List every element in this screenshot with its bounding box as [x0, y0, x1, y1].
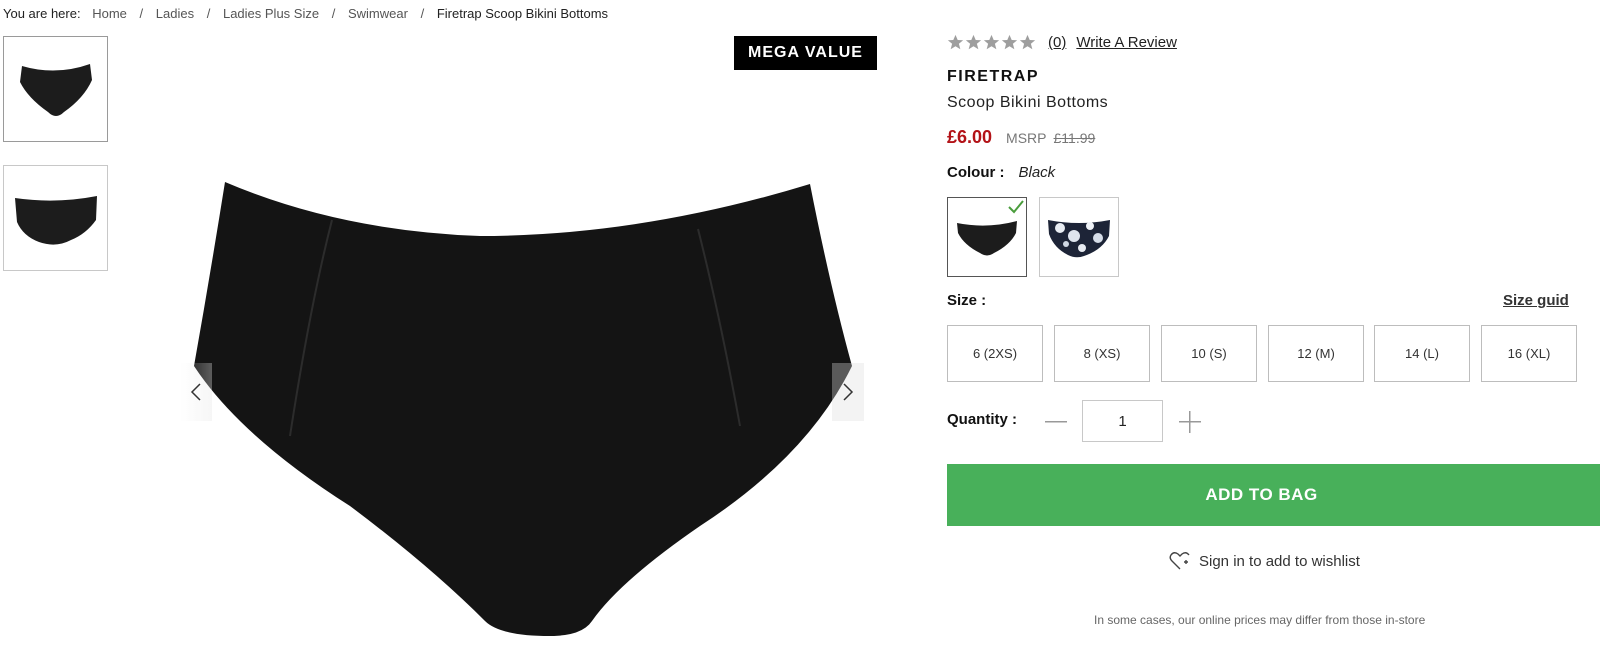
- size-option-12-m[interactable]: 12 (M): [1268, 325, 1364, 382]
- size-guide-link[interactable]: Size guid: [1503, 292, 1569, 309]
- star-icon: [1019, 34, 1036, 50]
- size-label: Size :: [947, 292, 987, 309]
- next-image-button[interactable]: [832, 363, 864, 421]
- quantity-decrease-button[interactable]: [1044, 410, 1068, 434]
- rating-row: (0) Write A Review: [947, 34, 1177, 51]
- wishlist-link[interactable]: Sign in to add to wishlist: [1169, 551, 1360, 571]
- msrp-label: MSRP: [1006, 130, 1047, 146]
- chevron-left-icon: [190, 383, 201, 401]
- review-count-link[interactable]: (0): [1048, 34, 1066, 51]
- breadcrumb-separator: /: [139, 6, 144, 21]
- thumbnail-back[interactable]: [3, 165, 108, 271]
- breadcrumb-separator: /: [420, 6, 425, 21]
- selected-check-icon: [1008, 200, 1024, 214]
- size-option-10-s[interactable]: 10 (S): [1161, 325, 1257, 382]
- quantity-input[interactable]: [1082, 400, 1163, 442]
- product-info-panel: (0) Write A Review FIRETRAP Scoop Bikini…: [947, 0, 1600, 657]
- wishlist-label: Sign in to add to wishlist: [1199, 552, 1360, 570]
- colour-row: Colour : Black: [947, 164, 1055, 181]
- thumbnail-front[interactable]: [3, 36, 108, 142]
- breadcrumb-lead: You are here:: [3, 6, 81, 21]
- star-icon: [1001, 34, 1018, 50]
- price-disclaimer: In some cases, our online prices may dif…: [1094, 613, 1426, 627]
- main-product-image: [180, 36, 880, 657]
- brand-name: FIRETRAP: [947, 68, 1039, 85]
- chevron-right-icon: [843, 383, 854, 401]
- swatch-floral-image: [1048, 220, 1110, 258]
- price-row: £6.00 MSRP £11.99: [947, 127, 1095, 148]
- breadcrumb-separator: /: [331, 6, 336, 21]
- quantity-label: Quantity :: [947, 411, 1017, 428]
- star-rating: [947, 34, 1036, 51]
- previous-image-button[interactable]: [180, 363, 212, 421]
- product-title: Scoop Bikini Bottoms: [947, 94, 1109, 111]
- colour-swatch-floral[interactable]: [1039, 197, 1119, 277]
- size-option-6-2xs[interactable]: 6 (2XS): [947, 325, 1043, 382]
- star-icon: [965, 34, 982, 50]
- heart-plus-icon: [1169, 552, 1190, 570]
- size-option-16-xl[interactable]: 16 (XL): [1481, 325, 1577, 382]
- plus-icon: [1179, 411, 1201, 433]
- breadcrumb-home[interactable]: Home: [92, 6, 127, 21]
- product-thumbnail-back-image: [14, 196, 97, 245]
- minus-icon: [1045, 421, 1067, 423]
- size-option-8-xs[interactable]: 8 (XS): [1054, 325, 1150, 382]
- msrp-price: £11.99: [1053, 130, 1096, 146]
- breadcrumb-ladies[interactable]: Ladies: [156, 6, 194, 21]
- breadcrumb: You are here: Home / Ladies / Ladies Plu…: [3, 6, 608, 21]
- star-icon: [947, 34, 964, 50]
- mega-value-badge: MEGA VALUE: [734, 36, 877, 70]
- product-thumbnail-front-image: [19, 64, 92, 116]
- colour-label: Colour :: [947, 164, 1005, 181]
- selected-colour: Black: [1018, 164, 1056, 181]
- swatch-black-image: [957, 221, 1017, 256]
- size-option-14-l[interactable]: 14 (L): [1374, 325, 1470, 382]
- breadcrumb-swimwear[interactable]: Swimwear: [348, 6, 408, 21]
- add-to-bag-button[interactable]: ADD TO BAG: [947, 464, 1600, 526]
- star-icon: [983, 34, 1000, 50]
- current-price: £6.00: [947, 127, 993, 147]
- breadcrumb-current: Firetrap Scoop Bikini Bottoms: [436, 6, 609, 21]
- colour-swatch-black[interactable]: [947, 197, 1027, 277]
- quantity-increase-button[interactable]: [1178, 410, 1202, 434]
- write-review-link[interactable]: Write A Review: [1076, 34, 1177, 51]
- breadcrumb-ladies-plus-size[interactable]: Ladies Plus Size: [223, 6, 319, 21]
- breadcrumb-separator: /: [206, 6, 211, 21]
